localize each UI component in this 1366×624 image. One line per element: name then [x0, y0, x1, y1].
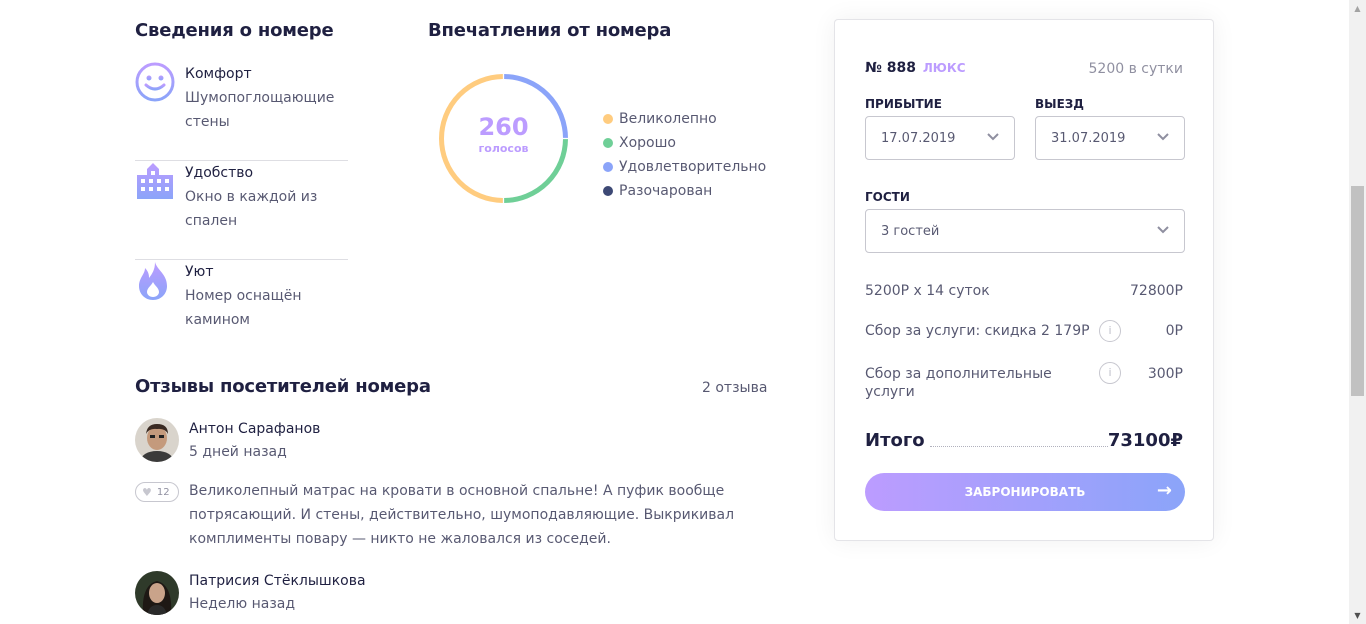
chevron-down-icon — [1157, 133, 1169, 141]
room-number: № 888 ЛЮКС — [865, 60, 966, 76]
detail-text: Номер оснащён — [185, 288, 302, 304]
detail-text: Шумопоглощающие — [185, 90, 335, 106]
donut-center: 260 голосов — [438, 112, 569, 156]
heart-icon: ♥ — [142, 485, 152, 499]
review-author: Патрисия Стёклышкова — [189, 573, 366, 589]
price-calc-label: 5200Р х 14 суток — [865, 283, 990, 299]
room-prefix: № — [865, 60, 887, 76]
detail-title: Комфорт — [185, 66, 252, 82]
service-fee-value: 0Р — [1165, 323, 1183, 339]
room-type: ЛЮКС — [922, 61, 966, 75]
room-price-unit: в сутки — [1128, 61, 1183, 77]
service-fee-row: Сбор за услуги: скидка 2 179Р 0Р — [865, 323, 1183, 339]
book-button-label: ЗАБРОНИРОВАТЬ — [964, 485, 1086, 499]
detail-text: камином — [185, 312, 250, 328]
review-date: Неделю назад — [189, 596, 296, 612]
legend-dot — [603, 186, 613, 196]
detail-coziness: Уют Номер оснащён камином — [135, 260, 348, 359]
details-title: Сведения о номере — [135, 20, 334, 41]
page-scrollbar[interactable]: ▲ ▼ — [1349, 0, 1366, 624]
legend-label: Великолепно — [619, 111, 717, 127]
fire-icon — [139, 262, 167, 300]
scroll-up-arrow[interactable]: ▲ — [1349, 0, 1366, 17]
detail-title: Удобство — [185, 165, 254, 181]
review-text: Великолепный матрас на кровати в основно… — [189, 483, 735, 547]
total-divider — [930, 446, 1108, 447]
info-icon[interactable]: i — [1099, 362, 1121, 384]
booking-card: № 888 ЛЮКС 5200 в сутки ПРИБЫТИЕ ВЫЕЗД 1… — [834, 19, 1214, 541]
detail-title: Уют — [185, 264, 214, 280]
service-fee-label: Сбор за услуги: скидка 2 179Р — [865, 323, 1090, 339]
avatar — [135, 571, 179, 615]
legend-item: Великолепно — [603, 107, 766, 131]
extra-fee-label: Сбор за дополнительные услуги — [865, 366, 1052, 400]
detail-convenience: Удобство Окно в каждой из спален — [135, 161, 348, 260]
extra-fee-value: 300Р — [1147, 366, 1183, 382]
arrow-right-icon: → — [1156, 480, 1172, 501]
info-icon[interactable]: i — [1099, 320, 1121, 342]
like-button[interactable]: ♥ 12 — [135, 482, 179, 502]
smile-icon — [135, 62, 175, 102]
guests-value: 3 гостей — [881, 223, 940, 239]
legend-dot — [603, 162, 613, 172]
arrival-date-value: 17.07.2019 — [881, 130, 956, 146]
extra-fee-row: Сбор за дополнительные услуги 300Р — [865, 365, 1183, 401]
scrollbar-thumb[interactable] — [1351, 186, 1364, 396]
departure-date-field[interactable]: 31.07.2019 — [1035, 116, 1185, 160]
legend-label: Разочарован — [619, 183, 713, 199]
total-value: 73100₽ — [1107, 430, 1183, 451]
arrival-label: ПРИБЫТИЕ — [865, 97, 942, 111]
review-author: Антон Сарафанов — [189, 421, 321, 437]
impressions-title: Впечатления от номера — [428, 20, 672, 41]
reviews-title: Отзывы посетителей номера — [135, 376, 431, 397]
building-icon — [137, 163, 173, 199]
arrival-date-field[interactable]: 17.07.2019 — [865, 116, 1015, 160]
price-calc-value: 72800Р — [1130, 283, 1183, 299]
departure-date-value: 31.07.2019 — [1051, 130, 1126, 146]
room-number-value: 888 — [886, 60, 916, 76]
room-details: Комфорт Шумопоглощающие стены Удобство О… — [135, 62, 348, 359]
votes-count: 260 — [478, 113, 529, 141]
impressions-legend: Великолепно Хорошо Удовлетворительно Раз… — [603, 107, 766, 203]
detail-text: стены — [185, 114, 230, 130]
legend-dot — [603, 138, 613, 148]
avatar — [135, 418, 179, 462]
votes-label: голосов — [478, 142, 529, 155]
room-price-value: 5200 — [1088, 61, 1125, 77]
like-count: 12 — [156, 486, 170, 498]
legend-item: Хорошо — [603, 131, 766, 155]
chevron-down-icon — [987, 133, 999, 141]
detail-text: Окно в каждой из — [185, 189, 318, 205]
legend-item: Удовлетворительно — [603, 155, 766, 179]
reviews-count: 2 отзыва — [702, 380, 768, 396]
review-date: 5 дней назад — [189, 444, 287, 460]
room-price: 5200 в сутки — [1089, 61, 1184, 77]
guests-dropdown[interactable]: 3 гостей — [865, 209, 1185, 253]
legend-item: Разочарован — [603, 179, 766, 203]
book-button[interactable]: ЗАБРОНИРОВАТЬ → — [865, 473, 1185, 511]
scroll-down-arrow[interactable]: ▼ — [1349, 607, 1366, 624]
legend-dot — [603, 114, 613, 124]
detail-text: спален — [185, 213, 238, 229]
detail-comfort: Комфорт Шумопоглощающие стены — [135, 62, 348, 161]
departure-label: ВЫЕЗД — [1035, 97, 1084, 111]
price-calc-row: 5200Р х 14 суток 72800Р — [865, 283, 1183, 299]
guests-label: ГОСТИ — [865, 190, 910, 204]
legend-label: Удовлетворительно — [619, 159, 767, 175]
total-label: Итого — [865, 430, 925, 451]
chevron-down-icon — [1157, 226, 1169, 234]
legend-label: Хорошо — [619, 135, 676, 151]
